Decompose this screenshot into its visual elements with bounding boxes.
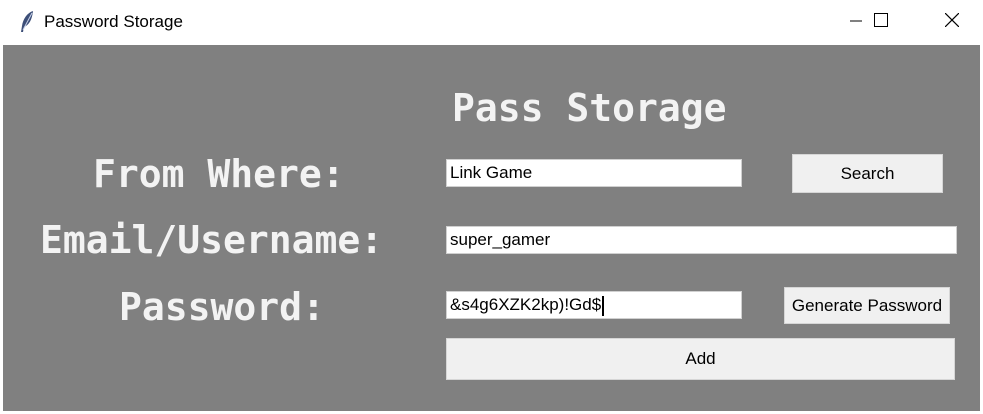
text-cursor <box>602 295 605 316</box>
search-button[interactable]: Search <box>792 154 943 193</box>
window-title: Password Storage <box>44 12 183 31</box>
password-label: Password: <box>119 285 325 329</box>
from-where-label: From Where: <box>93 152 345 196</box>
password-value: &s4g6XZK2kp)!Gd$ <box>450 295 602 314</box>
app-heading: Pass Storage <box>452 86 727 130</box>
close-icon <box>944 12 960 32</box>
email-username-label: Email/Username: <box>40 218 384 262</box>
add-button[interactable]: Add <box>446 338 955 380</box>
window-titlebar: Password Storage <box>0 0 983 45</box>
close-button[interactable] <box>929 0 975 45</box>
from-where-input[interactable]: Link Game <box>446 159 742 187</box>
maximize-button[interactable] <box>858 0 904 45</box>
feather-icon <box>17 10 37 34</box>
maximize-icon <box>874 13 888 32</box>
generate-password-button[interactable]: Generate Password <box>784 287 950 324</box>
password-input[interactable]: &s4g6XZK2kp)!Gd$ <box>446 291 742 319</box>
email-username-input[interactable]: super_gamer <box>446 226 957 254</box>
